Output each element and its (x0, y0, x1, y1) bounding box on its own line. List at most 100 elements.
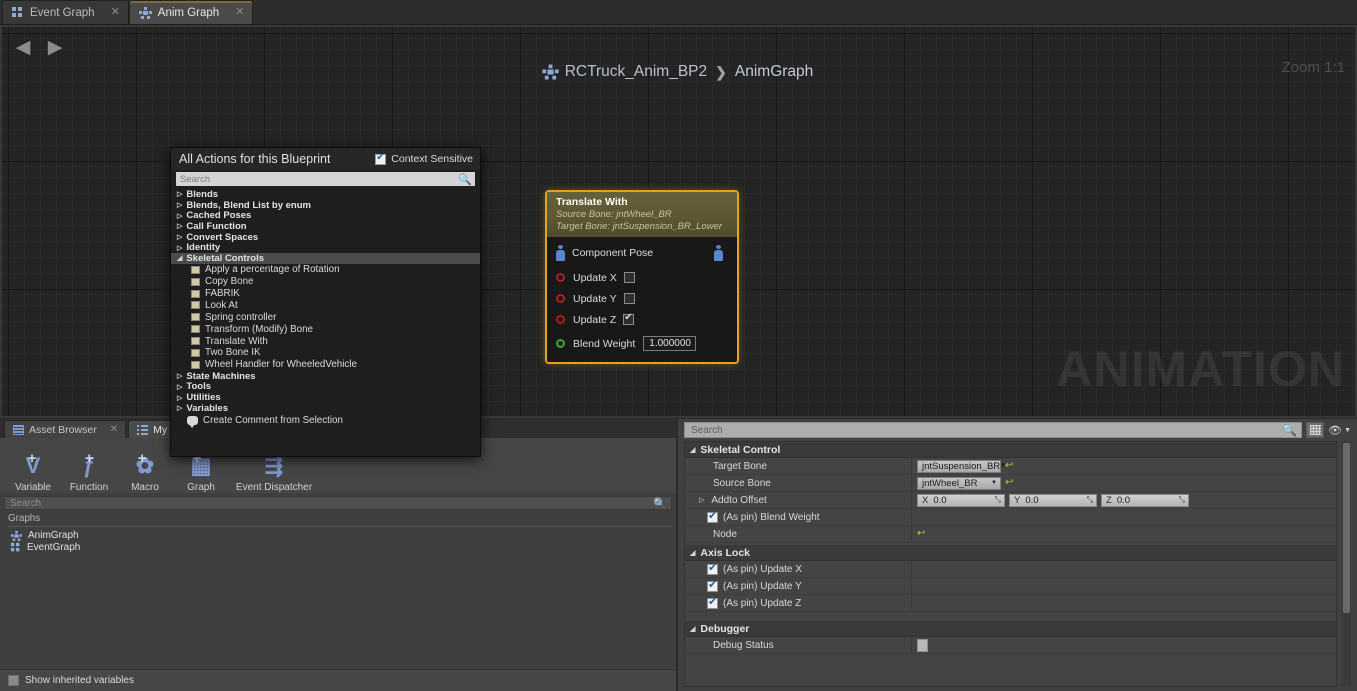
node-pin-blend-weight[interactable]: Blend Weight 1.000000 (547, 333, 737, 354)
property-label: (As pin) Update Z (723, 597, 802, 609)
section-header-axis-lock[interactable]: ◢ Axis Lock (685, 545, 1336, 561)
collapsed-arrow-icon: ▷ (177, 405, 183, 413)
action-category-cached-poses[interactable]: ▷ Cached Poses (171, 210, 480, 221)
update-z-checkbox[interactable] (623, 312, 635, 325)
add-variable-button[interactable]: + V Variable (6, 451, 60, 493)
translate-with-node[interactable]: Translate With Source Bone: jntWheel_BR … (545, 190, 739, 364)
forward-arrow-icon[interactable]: ▶ (42, 34, 68, 60)
update-y-checkbox[interactable] (623, 293, 635, 304)
property-value (912, 638, 1336, 652)
offset-y-input[interactable]: Y 0.0 ⤡ (1009, 493, 1097, 507)
section-header-debugger[interactable]: ◢ Debugger (685, 621, 1336, 637)
action-category-convert-spaces[interactable]: ▷ Convert Spaces (171, 232, 480, 243)
revert-icon[interactable]: ↩ (917, 529, 925, 539)
category-label: Blends, Blend List by enum (186, 199, 311, 211)
revert-icon[interactable]: ↩ (1005, 461, 1013, 471)
property-label-wrap[interactable]: (As pin) Update X (685, 561, 912, 577)
offset-x-input[interactable]: X 0.0 ⤡ (917, 493, 1005, 507)
action-category-blends-blend-list-by-enum[interactable]: ▷ Blends, Blend List by enum (171, 200, 480, 211)
magnifier-icon: 🔍 (1282, 423, 1298, 437)
action-category-variables[interactable]: ▷ Variables (171, 403, 480, 414)
as-pin-update-z-checkbox[interactable] (707, 595, 718, 609)
bool-pin-icon[interactable] (556, 273, 565, 282)
node-header[interactable]: Translate With Source Bone: jntWheel_BR … (547, 192, 737, 237)
list-item-animgraph[interactable]: AnimGraph (0, 530, 676, 542)
property-label-wrap[interactable]: (As pin) Update Z (685, 595, 912, 611)
close-icon[interactable]: ✕ (110, 424, 118, 435)
property-label-wrap[interactable]: (As pin) Blend Weight (685, 509, 912, 525)
drag-handle-icon[interactable]: ⤡ (995, 495, 1001, 505)
bool-pin-icon[interactable] (556, 315, 565, 324)
show-inherited-variables-row[interactable]: Show inherited variables (0, 669, 676, 691)
node-swatch-icon (191, 277, 200, 286)
action-item-spring-controller[interactable]: Spring controller (171, 311, 480, 323)
pose-pin-output-icon[interactable] (714, 245, 723, 261)
pose-pin-icon[interactable] (556, 244, 565, 261)
node-pin-component-pose[interactable]: Component Pose (547, 242, 737, 263)
tab-event-graph[interactable]: Event Graph ✕ (2, 0, 129, 24)
section-title: Axis Lock (700, 546, 750, 559)
my-blueprint-search-input[interactable]: Search 🔍 (4, 496, 672, 510)
details-scrollbar[interactable] (1342, 441, 1351, 687)
as-pin-update-x-checkbox[interactable] (707, 561, 718, 575)
action-category-call-function[interactable]: ▷ Call Function (171, 221, 480, 232)
node-pin-update-y[interactable]: Update Y (547, 288, 737, 309)
action-item-copy-bone[interactable]: Copy Bone (171, 276, 480, 288)
action-item-transform-modify-bone[interactable]: Transform (Modify) Bone (171, 323, 480, 335)
axis-label: X (922, 494, 929, 506)
list-item-eventgraph[interactable]: EventGraph (0, 542, 676, 554)
drag-handle-icon[interactable]: ⤡ (1087, 495, 1093, 505)
close-icon[interactable]: ✕ (111, 7, 120, 18)
target-bone-dropdown[interactable]: jntSuspension_BR ▼ (917, 459, 1006, 473)
add-event-dispatcher-button[interactable]: ⇶ Event Dispatcher (230, 451, 318, 494)
add-graph-button[interactable]: + ▦ Graph (174, 451, 228, 493)
category-label: State Machines (186, 370, 256, 382)
node-pin-update-x[interactable]: Update X (547, 267, 737, 288)
action-item-wheel-handler-for-wheeledvehicle[interactable]: Wheel Handler for WheeledVehicle (171, 359, 480, 371)
action-item-fabrik[interactable]: FABRIK (171, 288, 480, 300)
as-pin-update-y-checkbox[interactable] (707, 578, 718, 592)
action-category-blends[interactable]: ▷ Blends (171, 189, 480, 200)
add-macro-button[interactable]: + ✿ Macro (118, 451, 172, 493)
float-pin-icon[interactable] (556, 339, 565, 348)
add-function-button[interactable]: + ƒ Function (62, 451, 116, 493)
action-category-tools[interactable]: ▷ Tools (171, 381, 480, 392)
action-category-identity[interactable]: ▷ Identity (171, 242, 480, 253)
back-arrow-icon[interactable]: ◀ (10, 34, 36, 60)
tab-anim-graph[interactable]: Anim Graph ✕ (128, 0, 254, 24)
scrollbar-thumb[interactable] (1343, 443, 1350, 613)
column-settings-button[interactable] (1306, 422, 1325, 438)
update-x-checkbox[interactable] (623, 272, 635, 283)
show-inherited-variables-label: Show inherited variables (25, 675, 134, 686)
action-item-apply-a-percentage-of-rotation[interactable]: Apply a percentage of Rotation (171, 264, 480, 276)
graph-watermark: ANIMATION (1056, 341, 1345, 397)
section-header-skeletal-control[interactable]: ◢ Skeletal Control (685, 442, 1336, 458)
action-category-state-machines[interactable]: ▷ State Machines (171, 371, 480, 382)
action-category-skeletal-controls[interactable]: ◢ Skeletal Controls (171, 253, 480, 264)
action-item-look-at[interactable]: Look At (171, 299, 480, 311)
property-label-wrap[interactable]: (As pin) Update Y (685, 578, 912, 594)
as-pin-blend-weight-checkbox[interactable] (707, 509, 718, 523)
action-category-utilities[interactable]: ▷ Utilities (171, 392, 480, 403)
property-label-wrap[interactable]: ▷ Addto Offset (685, 492, 912, 508)
context-sensitive-checkbox[interactable] (375, 152, 387, 165)
action-item-create-comment-from-selection[interactable]: Create Comment from Selection (171, 414, 480, 429)
action-item-translate-with[interactable]: Translate With (171, 335, 480, 347)
revert-icon[interactable]: ↩ (1005, 478, 1013, 488)
property-row-debug-status: Debug Status (685, 637, 1336, 654)
details-search-input[interactable]: Search 🔍 (684, 422, 1303, 438)
show-inherited-variables-checkbox[interactable] (8, 675, 19, 686)
context-sensitive-toggle[interactable]: Context Sensitive (375, 152, 473, 165)
node-pin-update-z[interactable]: Update Z (547, 309, 737, 330)
bool-pin-icon[interactable] (556, 294, 565, 303)
offset-z-input[interactable]: Z 0.0 ⤡ (1101, 493, 1189, 507)
visibility-menu-button[interactable]: 👁 ▼ (1328, 424, 1353, 437)
drag-handle-icon[interactable]: ⤡ (1179, 495, 1185, 505)
action-item-two-bone-ik[interactable]: Two Bone IK (171, 347, 480, 359)
action-menu-search-input[interactable]: Search 🔍 (176, 172, 475, 186)
tab-asset-browser[interactable]: Asset Browser ✕ (4, 420, 127, 438)
property-value: X 0.0 ⤡ Y 0.0 ⤡ Z 0.0 ⤡ (912, 493, 1336, 507)
close-icon[interactable]: ✕ (235, 7, 244, 18)
source-bone-dropdown[interactable]: jntWheel_BR ▼ (917, 476, 1001, 490)
blend-weight-input[interactable]: 1.000000 (643, 336, 696, 351)
